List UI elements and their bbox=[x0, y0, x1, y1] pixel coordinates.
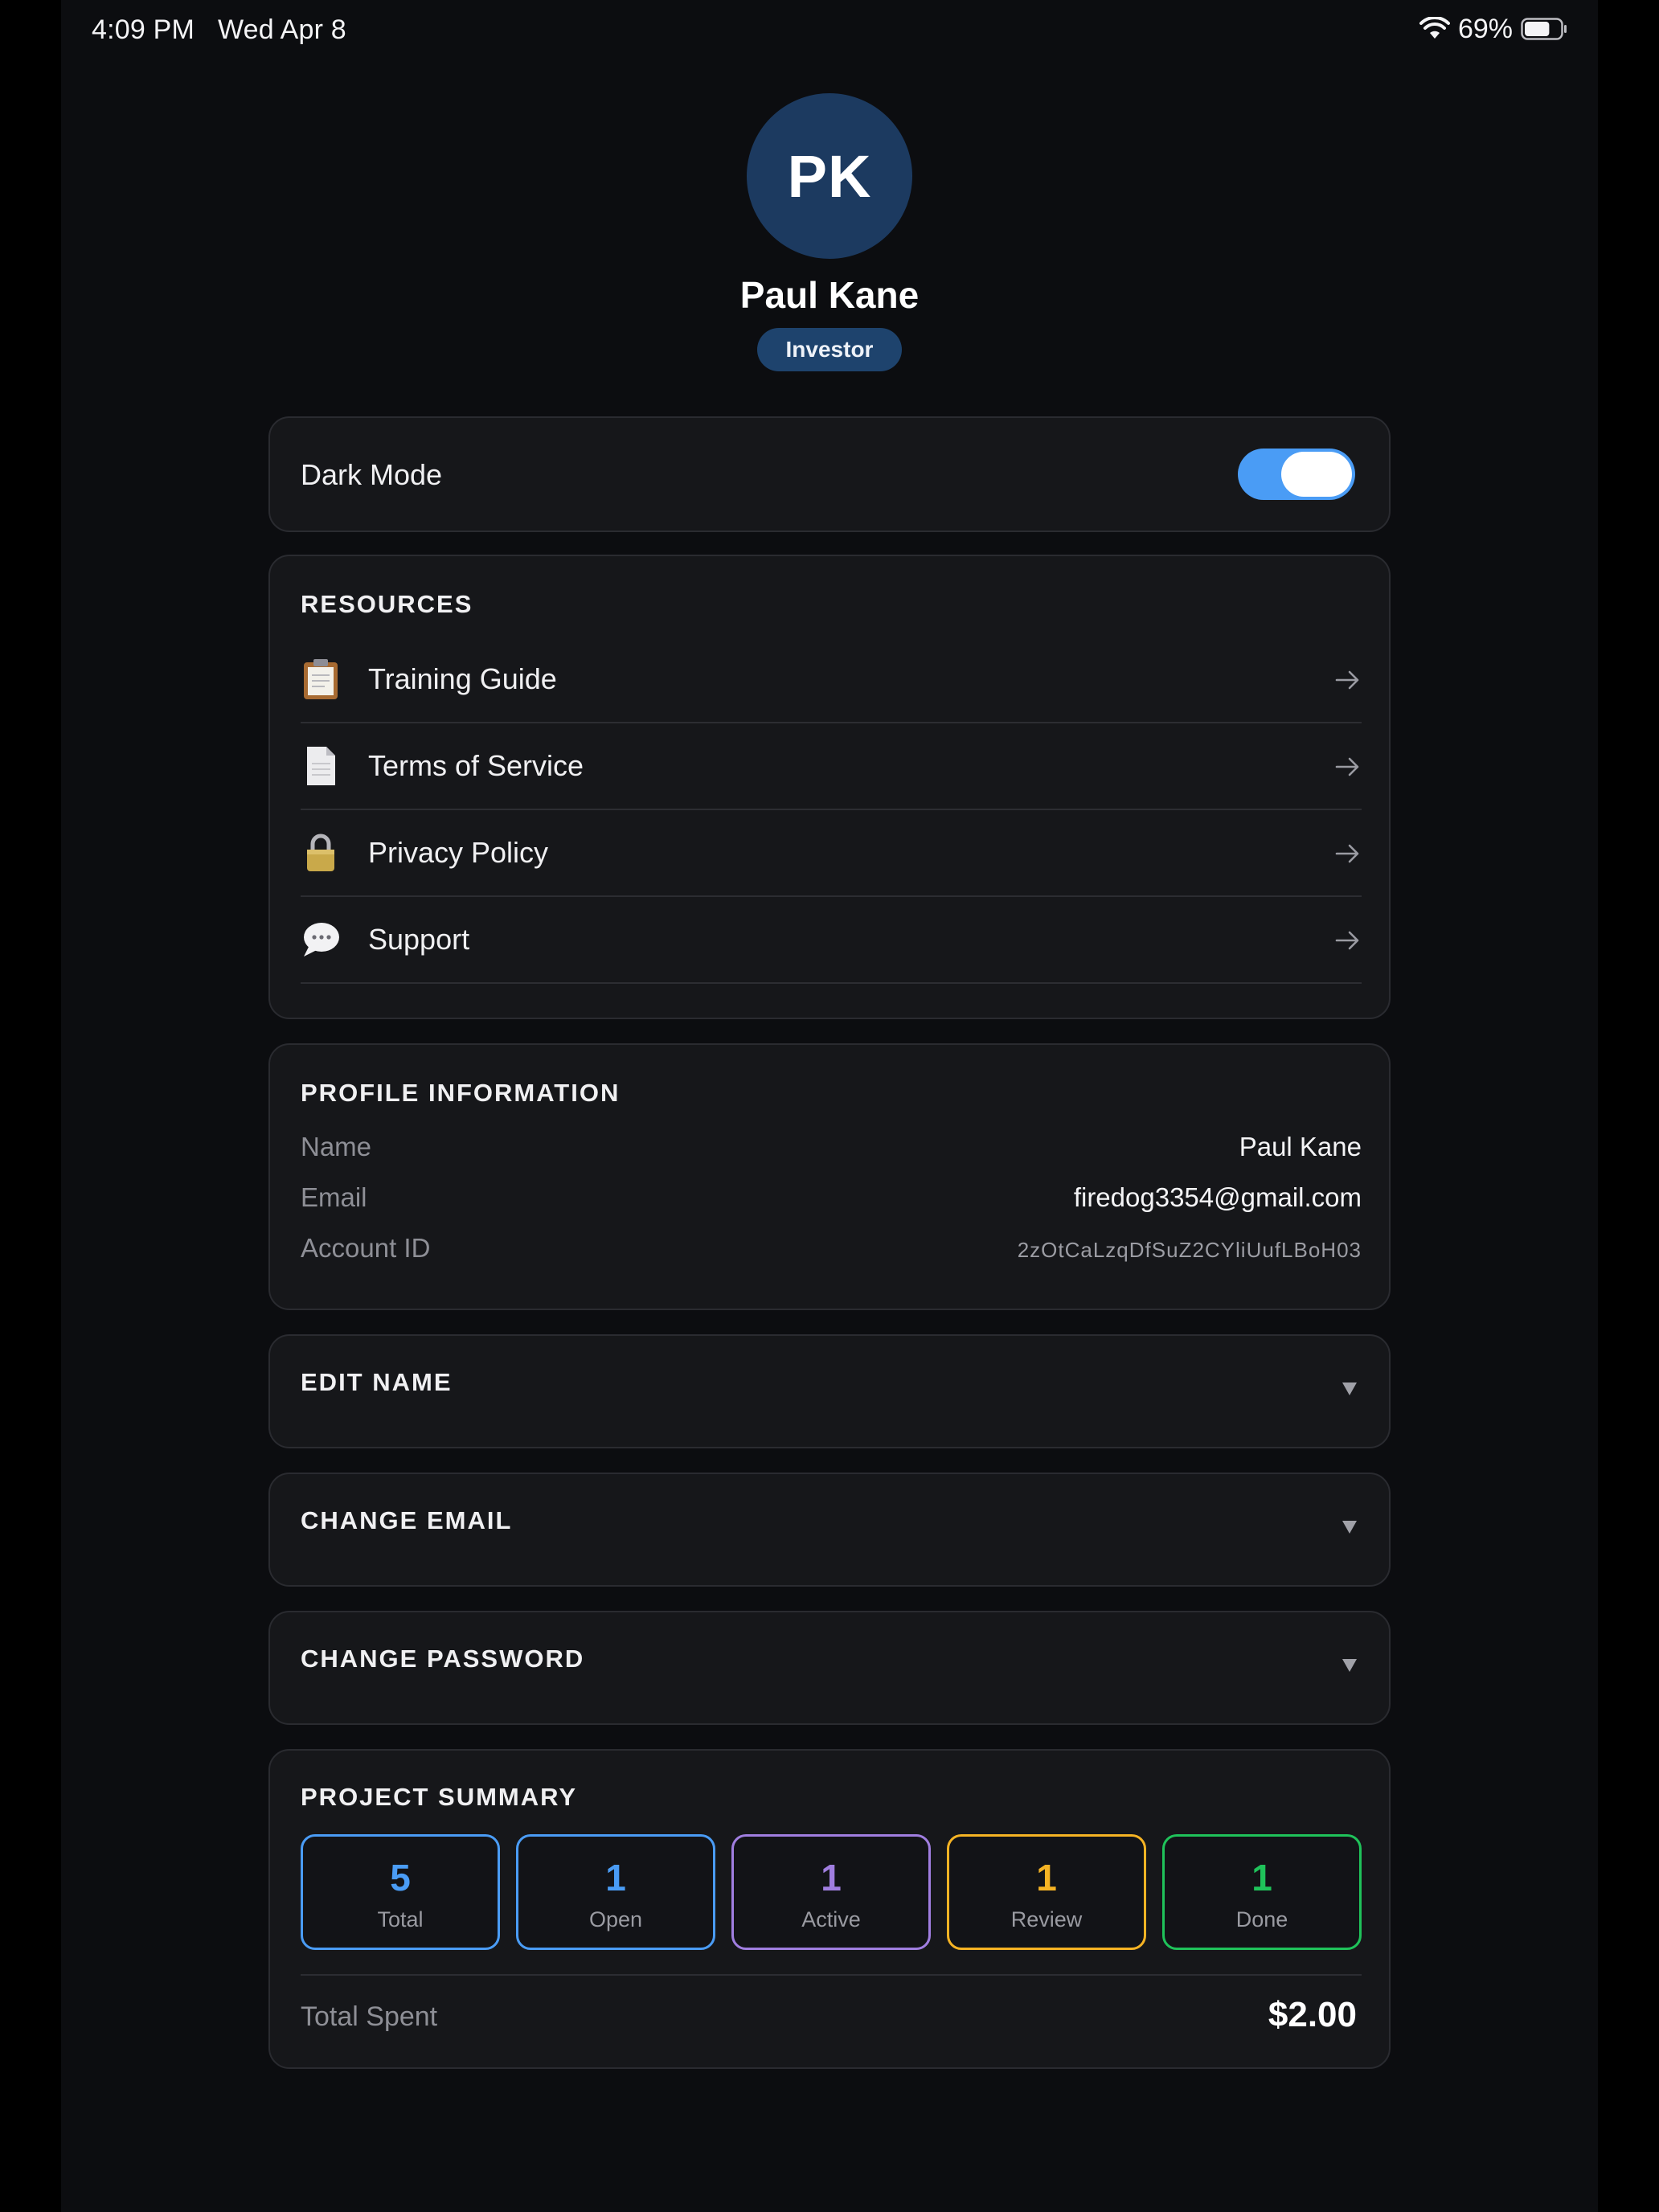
resources-card: RESOURCES Training Guide Terms of Servic… bbox=[268, 555, 1391, 1019]
arrow-right-icon bbox=[1335, 757, 1359, 776]
stat-value: 1 bbox=[1036, 1857, 1057, 1899]
lock-icon bbox=[307, 834, 334, 871]
status-date: Wed Apr 8 bbox=[217, 14, 346, 45]
chevron-down-icon bbox=[1342, 1382, 1357, 1395]
resources-title: RESOURCES bbox=[301, 590, 473, 618]
status-clock: 4:09 PM bbox=[92, 14, 195, 45]
info-row-account-id: Account ID 2zOtCaLzqDfSuZ2CYliUufLBoH03 bbox=[301, 1228, 1362, 1268]
stat-value: 1 bbox=[605, 1857, 626, 1899]
project-summary-title: PROJECT SUMMARY bbox=[301, 1783, 578, 1811]
edit-name-section[interactable]: EDIT NAME bbox=[268, 1334, 1391, 1448]
total-spent-value: $2.00 bbox=[1268, 1995, 1357, 2034]
battery-percent: 69% bbox=[1457, 13, 1513, 44]
profile-screen: 4:09 PM Wed Apr 8 69% PK Paul Kane Inves… bbox=[61, 0, 1598, 2212]
edit-name-title: EDIT NAME bbox=[301, 1368, 453, 1396]
arrow-right-icon bbox=[1335, 670, 1359, 690]
stat-value: 5 bbox=[390, 1857, 411, 1899]
stat-label: Active bbox=[801, 1907, 861, 1931]
stat-active: 1 Active bbox=[731, 1834, 931, 1950]
stat-label: Open bbox=[588, 1907, 643, 1931]
stat-total: 5 Total bbox=[301, 1834, 500, 1950]
info-row-email: Email firedog3354@gmail.com bbox=[301, 1178, 1362, 1218]
status-time: 4:09 PM Wed Apr 8 bbox=[92, 14, 346, 46]
stat-done: 1 Done bbox=[1162, 1834, 1362, 1950]
stat-value: 1 bbox=[1251, 1857, 1272, 1899]
resource-label: Support bbox=[368, 923, 470, 956]
stat-review: 1 Review bbox=[947, 1834, 1146, 1950]
project-summary-card: PROJECT SUMMARY 5 Total 1 Open 1 Active … bbox=[268, 1749, 1391, 2069]
stat-value: 1 bbox=[821, 1857, 842, 1899]
info-label: Account ID bbox=[301, 1233, 431, 1263]
dark-mode-toggle[interactable] bbox=[1238, 449, 1355, 500]
arrow-right-icon bbox=[1335, 931, 1359, 950]
change-email-title: CHANGE EMAIL bbox=[301, 1506, 513, 1534]
resource-item-privacy-policy[interactable]: Privacy Policy bbox=[301, 810, 1362, 897]
chevron-down-icon bbox=[1342, 1659, 1357, 1672]
resource-item-terms-of-service[interactable]: Terms of Service bbox=[301, 723, 1362, 810]
summary-divider bbox=[301, 1974, 1362, 1976]
resource-item-training-guide[interactable]: Training Guide bbox=[301, 637, 1362, 723]
info-label: Name bbox=[301, 1132, 372, 1161]
stat-label: Done bbox=[1235, 1907, 1288, 1931]
arrow-right-icon bbox=[1335, 844, 1359, 863]
info-label: Email bbox=[301, 1182, 367, 1212]
resource-item-support[interactable]: Support bbox=[301, 897, 1362, 984]
status-indicators: 69% bbox=[1419, 13, 1567, 45]
change-password-section[interactable]: CHANGE PASSWORD bbox=[268, 1611, 1391, 1725]
stat-label: Review bbox=[1010, 1907, 1083, 1931]
battery-icon bbox=[1521, 18, 1567, 40]
user-name: Paul Kane bbox=[739, 274, 920, 316]
info-value: Paul Kane bbox=[1239, 1132, 1362, 1161]
wifi-icon bbox=[1419, 17, 1450, 39]
toggle-knob bbox=[1281, 452, 1352, 497]
change-password-title: CHANGE PASSWORD bbox=[301, 1645, 585, 1673]
status-bar: 4:09 PM Wed Apr 8 69% bbox=[61, 0, 1598, 59]
profile-information-card: PROFILE INFORMATION Name Paul Kane Email… bbox=[268, 1043, 1391, 1310]
role-badge: Investor bbox=[757, 328, 902, 371]
resource-label: Training Guide bbox=[368, 662, 557, 695]
info-row-name: Name Paul Kane bbox=[301, 1127, 1362, 1167]
document-icon bbox=[307, 747, 335, 785]
speech-bubble-icon bbox=[304, 923, 339, 956]
info-value: 2zOtCaLzqDfSuZ2CYliUufLBoH03 bbox=[1017, 1238, 1362, 1262]
profile-information-title: PROFILE INFORMATION bbox=[301, 1079, 621, 1107]
resource-label: Terms of Service bbox=[368, 749, 584, 782]
info-value: firedog3354@gmail.com bbox=[1073, 1182, 1362, 1212]
avatar: PK bbox=[747, 93, 912, 259]
total-spent-label: Total Spent bbox=[301, 2001, 438, 2032]
stat-label: Total bbox=[377, 1907, 424, 1931]
resource-label: Privacy Policy bbox=[368, 836, 549, 869]
clipboard-icon bbox=[304, 659, 338, 699]
dark-mode-card: Dark Mode bbox=[268, 416, 1391, 532]
chevron-down-icon bbox=[1342, 1521, 1357, 1534]
stat-open: 1 Open bbox=[516, 1834, 715, 1950]
dark-mode-label: Dark Mode bbox=[301, 458, 443, 491]
change-email-section[interactable]: CHANGE EMAIL bbox=[268, 1473, 1391, 1587]
